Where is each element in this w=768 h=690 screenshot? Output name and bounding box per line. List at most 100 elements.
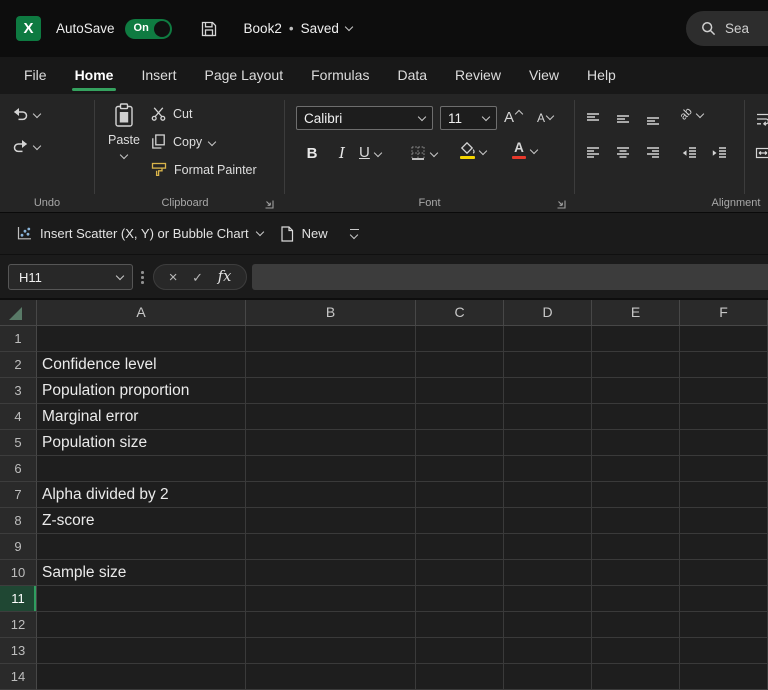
- cell-C5[interactable]: [416, 430, 504, 456]
- document-title-menu[interactable]: Book2 • Saved: [244, 21, 352, 36]
- cell-A10[interactable]: Sample size: [37, 560, 246, 586]
- column-header-A[interactable]: A: [37, 300, 246, 326]
- italic-button[interactable]: I: [329, 140, 355, 166]
- column-header-F[interactable]: F: [680, 300, 768, 326]
- cell-E13[interactable]: [592, 638, 680, 664]
- new-button[interactable]: New: [280, 226, 328, 242]
- cell-A8[interactable]: Z-score: [37, 508, 246, 534]
- cell-A3[interactable]: Population proportion: [37, 378, 246, 404]
- insert-function-button[interactable]: fx: [218, 270, 232, 285]
- tab-formulas[interactable]: Formulas: [297, 57, 383, 94]
- cell-F14[interactable]: [680, 664, 768, 690]
- paste-button[interactable]: Paste: [100, 103, 148, 158]
- tab-help[interactable]: Help: [573, 57, 630, 94]
- cell-A12[interactable]: [37, 612, 246, 638]
- row-header-6[interactable]: 6: [0, 456, 37, 482]
- cell-D10[interactable]: [504, 560, 592, 586]
- cell-B2[interactable]: [246, 352, 416, 378]
- cell-A5[interactable]: Population size: [37, 430, 246, 456]
- cell-D5[interactable]: [504, 430, 592, 456]
- cell-F3[interactable]: [680, 378, 768, 404]
- undo-button[interactable]: [12, 107, 40, 121]
- cell-F6[interactable]: [680, 456, 768, 482]
- insert-scatter-chart-button[interactable]: Insert Scatter (X, Y) or Bubble Chart: [16, 226, 263, 241]
- cell-C2[interactable]: [416, 352, 504, 378]
- decrease-font-size-button[interactable]: A: [537, 111, 553, 125]
- top-align-button[interactable]: [580, 106, 606, 132]
- formula-bar-handle[interactable]: [141, 271, 144, 284]
- cell-E11[interactable]: [592, 586, 680, 612]
- increase-indent-button[interactable]: [706, 140, 732, 166]
- tab-data[interactable]: Data: [383, 57, 441, 94]
- cell-A14[interactable]: [37, 664, 246, 690]
- underline-button[interactable]: U: [359, 144, 381, 161]
- merge-center-button[interactable]: [750, 140, 768, 166]
- cell-C3[interactable]: [416, 378, 504, 404]
- search-box[interactable]: Sea: [686, 11, 768, 46]
- cell-D6[interactable]: [504, 456, 592, 482]
- cell-A9[interactable]: [37, 534, 246, 560]
- fill-color-button[interactable]: [460, 142, 486, 159]
- tab-home[interactable]: Home: [61, 57, 128, 94]
- enter-button[interactable]: ✓: [192, 271, 203, 284]
- cell-E5[interactable]: [592, 430, 680, 456]
- row-header-10[interactable]: 10: [0, 560, 37, 586]
- cell-B12[interactable]: [246, 612, 416, 638]
- cell-E12[interactable]: [592, 612, 680, 638]
- cell-D12[interactable]: [504, 612, 592, 638]
- align-left-button[interactable]: [580, 140, 606, 166]
- cell-B10[interactable]: [246, 560, 416, 586]
- wrap-text-button[interactable]: [750, 106, 768, 132]
- cell-E6[interactable]: [592, 456, 680, 482]
- cell-E9[interactable]: [592, 534, 680, 560]
- cell-A13[interactable]: [37, 638, 246, 664]
- row-header-1[interactable]: 1: [0, 326, 37, 352]
- cell-F10[interactable]: [680, 560, 768, 586]
- cell-F4[interactable]: [680, 404, 768, 430]
- cell-D13[interactable]: [504, 638, 592, 664]
- cell-C7[interactable]: [416, 482, 504, 508]
- cell-B5[interactable]: [246, 430, 416, 456]
- bottom-align-button[interactable]: [640, 106, 666, 132]
- tab-page-layout[interactable]: Page Layout: [190, 57, 297, 94]
- cell-D9[interactable]: [504, 534, 592, 560]
- cell-B9[interactable]: [246, 534, 416, 560]
- cell-D8[interactable]: [504, 508, 592, 534]
- cell-A6[interactable]: [37, 456, 246, 482]
- save-icon[interactable]: [200, 20, 218, 38]
- cell-B11[interactable]: [246, 586, 416, 612]
- cell-E3[interactable]: [592, 378, 680, 404]
- cell-A1[interactable]: [37, 326, 246, 352]
- format-painter-button[interactable]: Format Painter: [151, 162, 257, 177]
- cell-F7[interactable]: [680, 482, 768, 508]
- formula-input[interactable]: [252, 264, 768, 290]
- cell-B13[interactable]: [246, 638, 416, 664]
- cell-C11[interactable]: [416, 586, 504, 612]
- font-size-combo[interactable]: 11: [440, 106, 497, 130]
- cell-C8[interactable]: [416, 508, 504, 534]
- borders-button[interactable]: [410, 145, 437, 161]
- cell-C14[interactable]: [416, 664, 504, 690]
- cell-C10[interactable]: [416, 560, 504, 586]
- cell-A4[interactable]: Marginal error: [37, 404, 246, 430]
- row-header-14[interactable]: 14: [0, 664, 37, 690]
- cell-F5[interactable]: [680, 430, 768, 456]
- name-box[interactable]: H11: [8, 264, 133, 290]
- cell-F8[interactable]: [680, 508, 768, 534]
- cell-A2[interactable]: Confidence level: [37, 352, 246, 378]
- cell-D3[interactable]: [504, 378, 592, 404]
- align-center-button[interactable]: [610, 140, 636, 166]
- cell-F12[interactable]: [680, 612, 768, 638]
- row-header-3[interactable]: 3: [0, 378, 37, 404]
- cell-D2[interactable]: [504, 352, 592, 378]
- tab-file[interactable]: File: [10, 57, 61, 94]
- row-header-11[interactable]: 11: [0, 586, 37, 612]
- cell-F11[interactable]: [680, 586, 768, 612]
- orientation-button[interactable]: ab: [680, 108, 703, 120]
- cell-A11[interactable]: [37, 586, 246, 612]
- column-header-C[interactable]: C: [416, 300, 504, 326]
- cell-F1[interactable]: [680, 326, 768, 352]
- select-all-corner[interactable]: [0, 300, 37, 326]
- cell-F2[interactable]: [680, 352, 768, 378]
- cell-E2[interactable]: [592, 352, 680, 378]
